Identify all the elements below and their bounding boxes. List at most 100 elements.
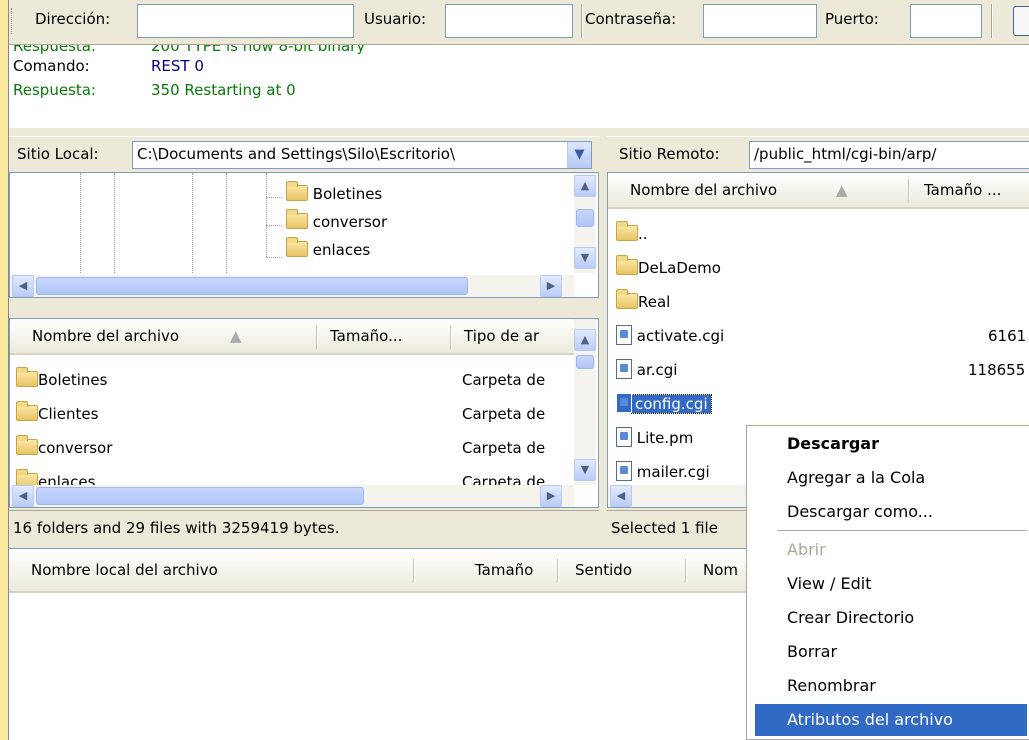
- list-item[interactable]: conversor: [16, 435, 112, 463]
- menu-item-file-attributes[interactable]: Atributos del archivo: [755, 704, 1027, 736]
- folder-icon: [16, 367, 38, 387]
- remote-list-header: Nombre del archivo ▲ Tamaño ...: [608, 173, 1029, 209]
- file-icon: [616, 393, 632, 413]
- tree-vertical-scrollbar[interactable]: ▲ ▼: [574, 173, 596, 273]
- tree-item[interactable]: conversor: [286, 209, 387, 237]
- menu-item-rename[interactable]: Renombrar: [747, 670, 1029, 702]
- list-item-type: Carpeta de: [462, 439, 546, 457]
- column-header-size[interactable]: Tamaño: [475, 561, 533, 579]
- menu-item-download[interactable]: Descargar: [747, 428, 1029, 460]
- column-header-direction[interactable]: Sentido: [575, 561, 632, 579]
- remote-path-combo[interactable]: /public_html/cgi-bin/arp/: [749, 141, 1029, 169]
- file-icon: [616, 359, 632, 379]
- list-item[interactable]: Clientes: [16, 401, 98, 429]
- folder-icon: [616, 255, 638, 275]
- scroll-up-icon[interactable]: ▲: [574, 329, 596, 351]
- menu-item-view-edit[interactable]: View / Edit: [747, 568, 1029, 600]
- sort-arrow-icon: ▲: [230, 327, 242, 345]
- file-icon: [616, 325, 632, 345]
- menu-item-download-as[interactable]: Descargar como...: [747, 496, 1029, 528]
- scroll-down-icon[interactable]: ▼: [574, 247, 596, 269]
- list-item[interactable]: Real: [616, 289, 670, 317]
- scroll-right-icon[interactable]: ▶: [540, 275, 562, 297]
- chevron-down-icon[interactable]: ▼: [567, 142, 591, 168]
- host-input[interactable]: [137, 4, 354, 38]
- log-row: Comando: REST 0: [13, 57, 204, 75]
- folder-icon: [16, 435, 38, 455]
- tree-item[interactable]: Boletines: [286, 181, 382, 209]
- password-label: Contraseña:: [585, 10, 677, 28]
- folder-icon: [286, 209, 308, 229]
- list-item-size: 6161: [988, 327, 1027, 345]
- folder-icon: [616, 289, 638, 309]
- ftp-client-window: Dirección: Usuario: Contraseña: Puerto: …: [8, 0, 1029, 740]
- quickconnect-button[interactable]: [1013, 6, 1029, 36]
- local-site-label: Sitio Local:: [17, 145, 99, 163]
- sort-arrow-icon: ▲: [836, 181, 848, 199]
- message-log[interactable]: Respuesta: 200 TYPE is now 8-bit binary C…: [9, 44, 1029, 128]
- list-item[interactable]: Lite.pm: [616, 425, 693, 453]
- list-item-type: Carpeta de: [462, 371, 546, 389]
- column-header-local-name[interactable]: Nombre local del archivo: [31, 561, 218, 579]
- folder-icon: [16, 401, 38, 421]
- toolbar-grip[interactable]: [11, 8, 15, 34]
- local-folder-tree[interactable]: Boletines conversor enlaces ▲ ▼ ◀ ▶: [9, 172, 599, 298]
- user-input[interactable]: [445, 4, 573, 38]
- list-item[interactable]: mailer.cgi: [616, 459, 710, 487]
- remote-site-bar: Sitio Remoto: /public_html/cgi-bin/arp/: [607, 136, 1029, 172]
- list-horizontal-scrollbar[interactable]: ◀ ▶: [10, 485, 574, 507]
- list-item[interactable]: Boletines: [16, 367, 107, 395]
- toolbar-separator: [991, 4, 993, 38]
- log-row: Respuesta: 350 Restarting at 0: [13, 81, 296, 99]
- menu-item-create-directory[interactable]: Crear Directorio: [747, 602, 1029, 634]
- list-item[interactable]: ar.cgi: [616, 357, 677, 385]
- menu-item-delete[interactable]: Borrar: [747, 636, 1029, 668]
- scroll-left-icon[interactable]: ◀: [12, 275, 34, 297]
- column-header-name[interactable]: Nombre del archivo: [32, 327, 179, 345]
- list-item[interactable]: activate.cgi: [616, 323, 724, 351]
- column-header-type[interactable]: Tipo de ar: [464, 327, 539, 345]
- scroll-left-icon[interactable]: ◀: [610, 485, 632, 507]
- local-path-combo[interactable]: C:\Documents and Settings\Silo\Escritori…: [132, 141, 592, 169]
- tree-horizontal-scrollbar[interactable]: ◀ ▶: [10, 275, 574, 297]
- quickconnect-bar: Dirección: Usuario: Contraseña: Puerto:: [9, 0, 1029, 44]
- tree-item[interactable]: enlaces: [286, 237, 370, 265]
- local-path-value: C:\Documents and Settings\Silo\Escritori…: [137, 145, 456, 163]
- scroll-thumb[interactable]: [36, 277, 468, 295]
- folder-icon: [286, 237, 308, 257]
- port-label: Puerto:: [825, 10, 879, 28]
- list-item[interactable]: DeLaDemo: [616, 255, 721, 283]
- list-item-selected[interactable]: config.cgi: [616, 391, 712, 419]
- local-list-header: Nombre del archivo ▲ Tamaño... Tipo de a…: [10, 319, 574, 355]
- list-item[interactable]: ..: [616, 221, 648, 249]
- menu-item-add-to-queue[interactable]: Agregar a la Cola: [747, 462, 1029, 494]
- scroll-left-icon[interactable]: ◀: [12, 485, 34, 507]
- folder-icon: [286, 181, 308, 201]
- list-vertical-scrollbar[interactable]: ▲ ▼: [574, 319, 596, 485]
- context-menu: Descargar Agregar a la Cola Descargar co…: [746, 425, 1029, 740]
- host-label: Dirección:: [35, 10, 111, 28]
- menu-separator: [777, 530, 1027, 531]
- column-header-remote-name[interactable]: Nom: [703, 561, 738, 579]
- column-header-size[interactable]: Tamaño...: [330, 327, 402, 345]
- scroll-up-icon[interactable]: ▲: [574, 175, 596, 197]
- user-label: Usuario:: [364, 10, 427, 28]
- local-status-bar: 16 folders and 29 files with 3259419 byt…: [9, 510, 599, 548]
- scroll-thumb[interactable]: [576, 209, 594, 227]
- toolbar-separator: [581, 4, 583, 38]
- scroll-right-icon[interactable]: ▶: [540, 485, 562, 507]
- port-input[interactable]: [910, 4, 982, 38]
- scroll-thumb[interactable]: [576, 355, 594, 369]
- column-header-size[interactable]: Tamaño ...: [924, 181, 1001, 199]
- local-file-list[interactable]: Nombre del archivo ▲ Tamaño... Tipo de a…: [9, 318, 599, 508]
- local-site-bar: Sitio Local: C:\Documents and Settings\S…: [9, 136, 599, 172]
- scroll-down-icon[interactable]: ▼: [574, 459, 596, 481]
- list-item-type: Carpeta de: [462, 405, 546, 423]
- folder-icon: [616, 221, 638, 241]
- file-icon: [616, 461, 632, 481]
- menu-item-open[interactable]: Abrir: [747, 534, 1029, 566]
- list-item-size: 118655: [968, 361, 1026, 379]
- scroll-thumb[interactable]: [36, 487, 364, 505]
- column-header-name[interactable]: Nombre del archivo: [630, 181, 777, 199]
- password-input[interactable]: [703, 4, 817, 38]
